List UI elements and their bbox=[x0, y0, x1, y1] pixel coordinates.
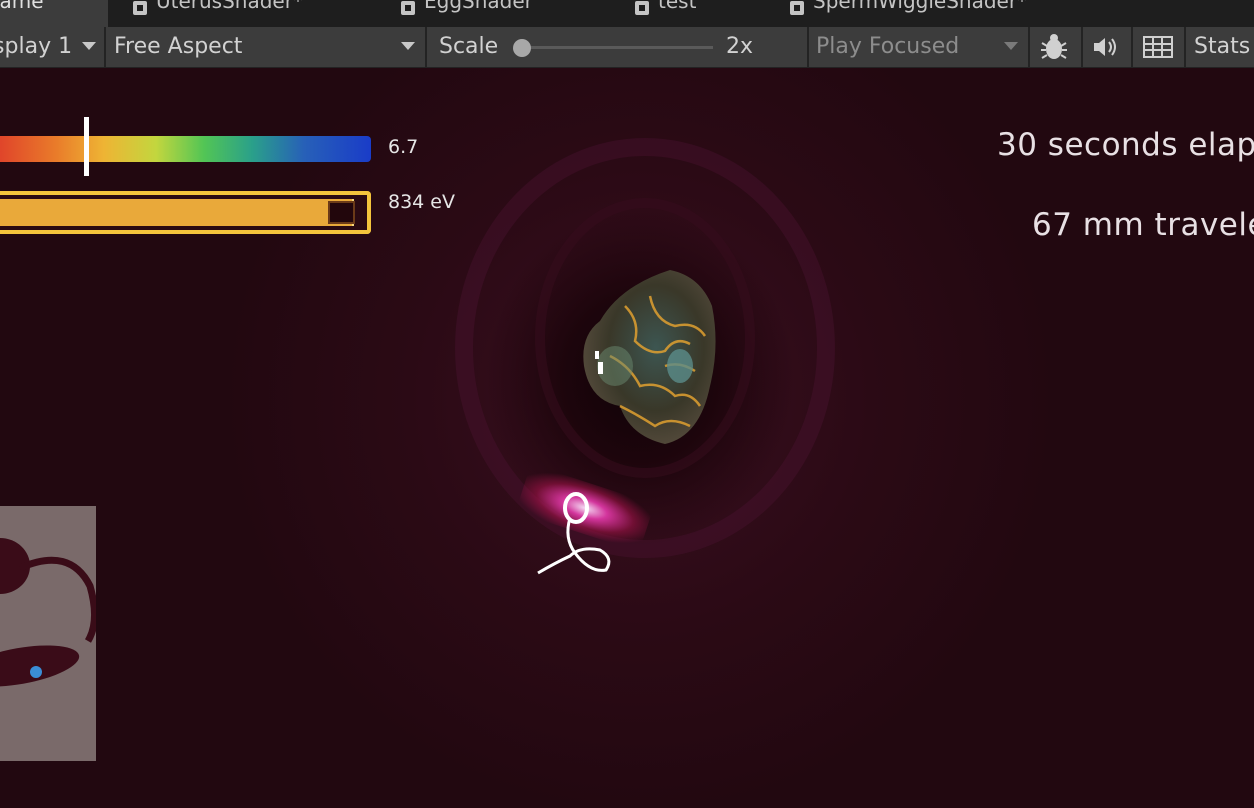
stats-button[interactable]: Stats bbox=[1194, 34, 1250, 60]
chevron-down-icon bbox=[82, 42, 96, 50]
grid-icon[interactable] bbox=[1143, 36, 1173, 64]
shader-icon bbox=[789, 1, 805, 15]
energy-bar bbox=[0, 191, 371, 234]
shader-icon bbox=[400, 1, 416, 15]
game-view-toolbar: Display 1 Free Aspect Scale 2x Play Focu… bbox=[0, 27, 1254, 68]
tab-game[interactable]: Game bbox=[0, 0, 108, 27]
tab-egg-shader[interactable]: EggShader bbox=[400, 0, 533, 27]
scale-value: 2x bbox=[726, 34, 754, 59]
chevron-down-icon bbox=[1004, 42, 1018, 50]
scale-slider-handle[interactable] bbox=[513, 39, 531, 57]
player-position-marker bbox=[30, 666, 42, 678]
tab-label: test bbox=[658, 0, 697, 13]
tab-sperm-wiggle-shader[interactable]: SpermWiggleShader* bbox=[789, 0, 1027, 27]
scale-slider-track[interactable] bbox=[520, 46, 713, 49]
tab-label: SpermWiggleShader* bbox=[813, 0, 1028, 13]
play-mode-dropdown[interactable]: Play Focused bbox=[809, 27, 1027, 67]
sperm-player bbox=[530, 478, 620, 592]
energy-value: 834 eV bbox=[388, 191, 455, 213]
display-label: Display 1 bbox=[0, 34, 73, 59]
shader-icon bbox=[132, 1, 148, 15]
aspect-label: Free Aspect bbox=[114, 34, 243, 59]
egg-cell bbox=[580, 266, 720, 450]
distance-traveled-text: 67 mm traveled bbox=[1032, 207, 1254, 243]
time-elapsed-text: 30 seconds elapsed bbox=[997, 127, 1254, 163]
tab-label: Game bbox=[0, 0, 44, 13]
rainbow-meter-value: 6.7 bbox=[388, 136, 419, 158]
bug-icon[interactable] bbox=[1038, 33, 1070, 67]
tab-test[interactable]: test bbox=[634, 0, 696, 27]
display-dropdown[interactable]: Display 1 bbox=[0, 27, 104, 67]
tab-label: UterusShader* bbox=[156, 0, 303, 13]
rainbow-meter-marker bbox=[84, 117, 89, 176]
rainbow-meter bbox=[0, 136, 371, 162]
editor-tab-bar: Game UterusShader* EggShader test SpermW… bbox=[0, 0, 1254, 27]
scale-label: Scale bbox=[439, 34, 499, 59]
energy-bar-notch bbox=[328, 201, 355, 224]
game-viewport[interactable]: 6.7 834 eV 30 seconds elapsed 67 mm trav… bbox=[0, 68, 1254, 808]
energy-bar-fill bbox=[0, 199, 354, 226]
tab-label: EggShader bbox=[424, 0, 533, 13]
audio-icon[interactable] bbox=[1092, 36, 1120, 64]
tab-uterus-shader[interactable]: UterusShader* bbox=[132, 0, 303, 27]
aspect-dropdown[interactable]: Free Aspect bbox=[106, 27, 424, 67]
play-mode-label: Play Focused bbox=[816, 34, 960, 59]
chevron-down-icon bbox=[401, 42, 415, 50]
minimap bbox=[0, 506, 98, 761]
shader-icon bbox=[634, 1, 650, 15]
